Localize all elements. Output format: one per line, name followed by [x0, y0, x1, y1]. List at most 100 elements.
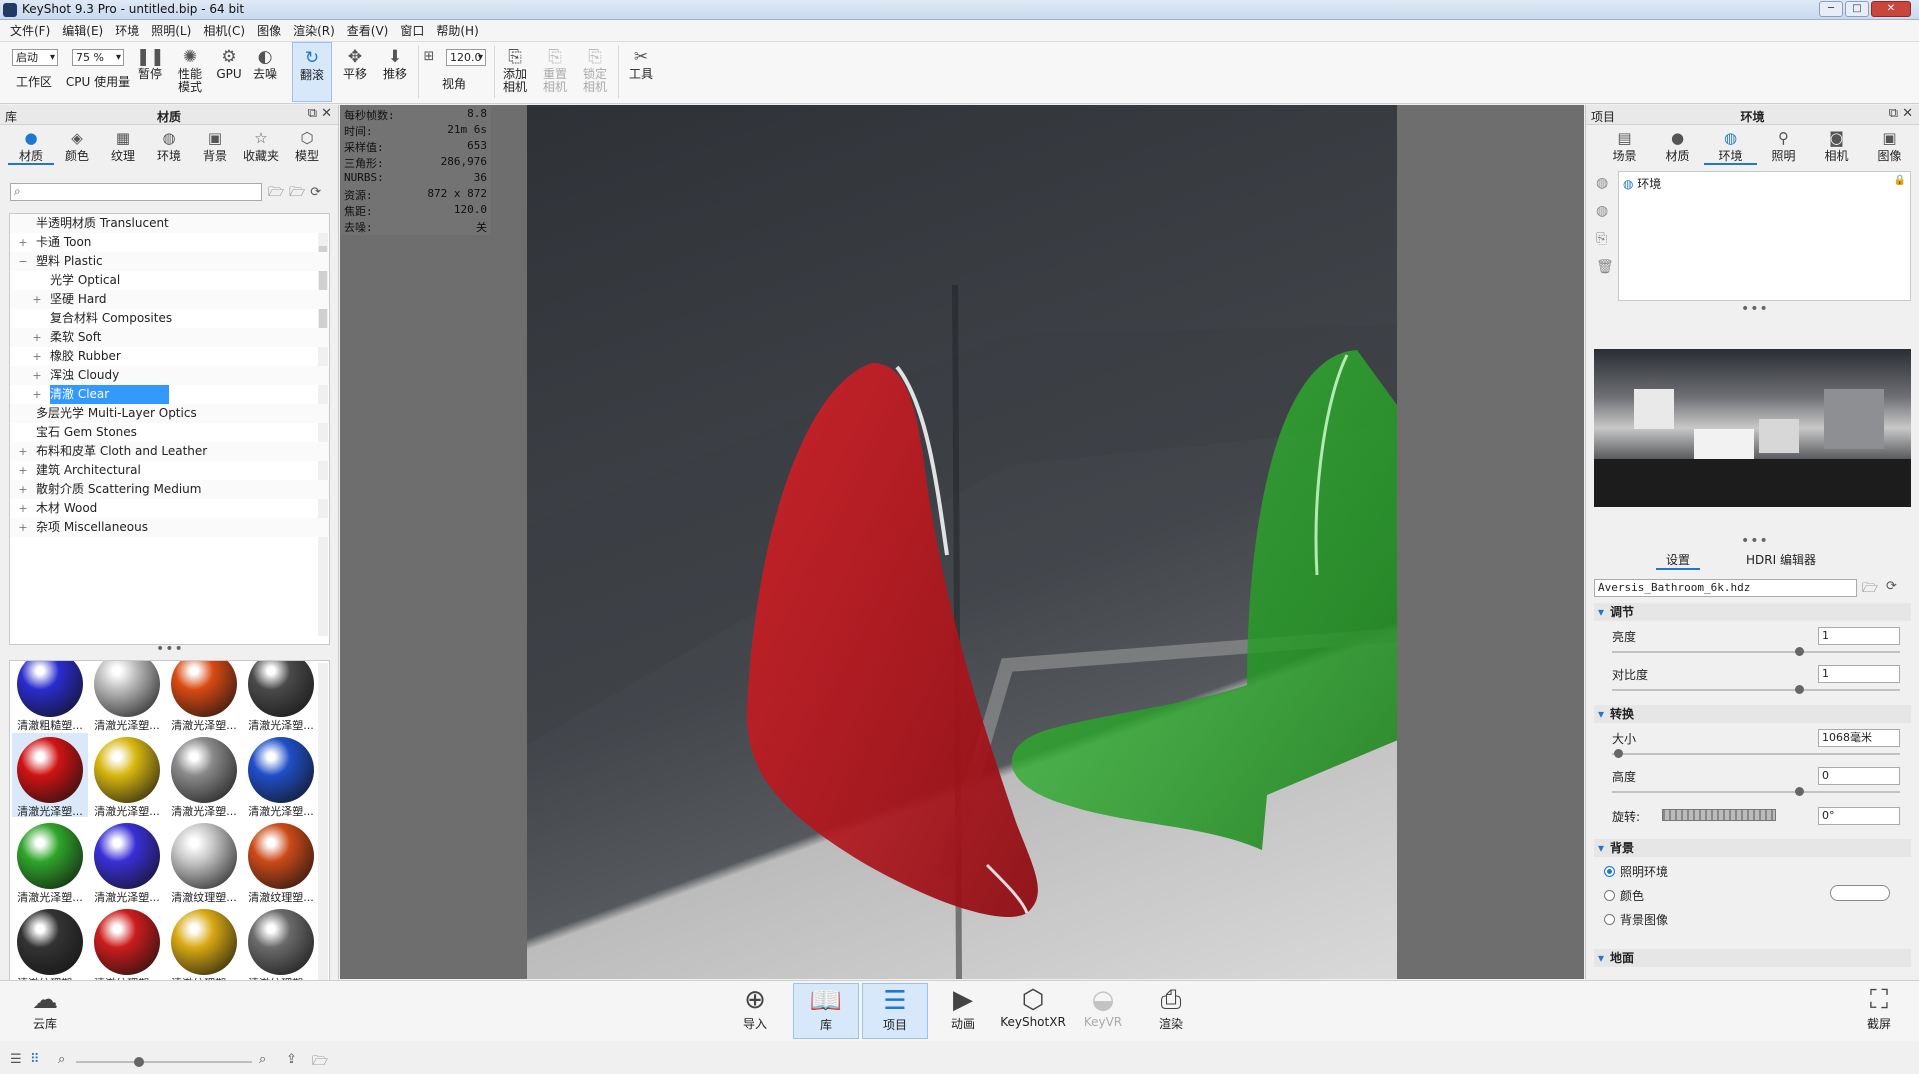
tab-environments[interactable]: ◍ 环境: [146, 129, 192, 165]
tree-item[interactable]: 宝石 Gem Stones: [10, 423, 329, 442]
material-thumbnail[interactable]: 清澈光泽塑...: [89, 733, 165, 818]
refresh-icon[interactable]: ⟳: [1886, 579, 1897, 594]
tab-favorites[interactable]: ☆ 收藏夹: [238, 129, 284, 165]
tab-colors[interactable]: ◈ 颜色: [54, 129, 100, 165]
project-button[interactable]: ☰ 项目: [862, 983, 928, 1039]
expand-toggle-icon[interactable]: +: [18, 518, 28, 537]
section-ground[interactable]: 地面: [1594, 949, 1911, 967]
tab-scene[interactable]: ▤ 场景: [1598, 129, 1651, 165]
tree-item[interactable]: 复合材料 Composites: [10, 309, 329, 328]
tree-item[interactable]: 半透明材质 Translucent: [10, 214, 329, 233]
menu-view[interactable]: 查看(V): [341, 22, 395, 39]
tab-textures[interactable]: ▦ 纹理: [100, 129, 146, 165]
thumbnail-size-knob[interactable]: [134, 1057, 144, 1067]
menu-edit[interactable]: 编辑(E): [56, 22, 109, 39]
material-thumbnail[interactable]: 清澈纹理塑...: [166, 905, 242, 990]
height-slider-knob[interactable]: [1795, 787, 1805, 796]
tree-item[interactable]: + 木材 Wood: [10, 499, 329, 518]
tree-item[interactable]: + 浑浊 Cloudy: [10, 366, 329, 385]
performance-mode-button[interactable]: ✺ 性能 模式: [174, 42, 206, 102]
tumble-button[interactable]: ↻ 翻滚: [292, 42, 332, 102]
cpu-usage-select[interactable]: 75 %: [72, 49, 124, 66]
expand-toggle-icon[interactable]: +: [32, 290, 42, 309]
brightness-input[interactable]: 1: [1818, 627, 1900, 645]
tree-item[interactable]: + 布料和皮革 Cloth and Leather: [10, 442, 329, 461]
bg-option-lighting-env[interactable]: 照明环境: [1604, 863, 1668, 880]
tools-button[interactable]: ✂ 工具: [624, 42, 658, 102]
gpu-button[interactable]: ⚙ GPU: [214, 42, 244, 102]
hdri-preview[interactable]: [1594, 349, 1911, 507]
tab-settings[interactable]: 设置: [1656, 551, 1701, 570]
menu-file[interactable]: 文件(F): [4, 22, 56, 39]
render-button[interactable]: ⎙ 渲染: [1138, 983, 1204, 1039]
import-button[interactable]: ⊕ 导入: [722, 983, 788, 1039]
brightness-slider-track[interactable]: [1612, 651, 1900, 653]
rotation-dial[interactable]: [1662, 809, 1776, 821]
height-slider-track[interactable]: [1612, 791, 1900, 793]
tree-item[interactable]: 多层光学 Multi-Layer Optics: [10, 404, 329, 423]
screenshot-button[interactable]: ⛶ 截屏: [1846, 983, 1912, 1039]
expand-toggle-icon[interactable]: +: [32, 385, 42, 404]
size-slider-knob[interactable]: [1613, 749, 1623, 758]
bg-color-swatch[interactable]: [1830, 885, 1890, 901]
material-thumbnail[interactable]: 清澈纹理塑...: [12, 905, 88, 990]
maximize-button[interactable]: □: [1845, 1, 1869, 17]
tree-item[interactable]: + 杂项 Miscellaneous: [10, 518, 329, 537]
expand-toggle-icon[interactable]: +: [18, 442, 28, 461]
minimize-button[interactable]: ─: [1819, 1, 1843, 17]
reset-camera-button[interactable]: ⎘ 重置 相机: [540, 42, 570, 102]
tab-environment[interactable]: ◍ 环境: [1704, 129, 1757, 165]
tab-camera[interactable]: ◙ 相机: [1810, 129, 1863, 165]
menu-image[interactable]: 图像: [251, 22, 287, 39]
animation-button[interactable]: ▶ 动画: [930, 983, 996, 1039]
expand-toggle-icon[interactable]: +: [18, 461, 28, 480]
keyvr-button[interactable]: ◒ KeyVR: [1070, 983, 1136, 1039]
environment-list-item[interactable]: ◍ 环境: [1623, 175, 1661, 192]
denoise-button[interactable]: ◐ 去噪: [250, 42, 280, 102]
add-camera-button[interactable]: ⎘ 添加 相机: [500, 42, 530, 102]
material-thumbnail[interactable]: 清澈纹理塑...: [89, 905, 165, 990]
material-thumbnail[interactable]: 清澈光泽塑...: [166, 661, 242, 732]
keyshotxr-button[interactable]: ⬡ KeyShotXR: [998, 983, 1068, 1039]
expand-toggle-icon[interactable]: −: [18, 252, 28, 271]
tree-item[interactable]: + 坚硬 Hard: [10, 290, 329, 309]
expand-toggle-icon[interactable]: +: [18, 499, 28, 518]
tree-item[interactable]: + 散射介质 Scattering Medium: [10, 480, 329, 499]
tab-hdri-editor[interactable]: HDRI 编辑器: [1746, 551, 1816, 568]
duplicate-environment-icon[interactable]: ◍: [1596, 203, 1608, 219]
fov-input[interactable]: 120.0: [446, 49, 486, 66]
tree-item[interactable]: + 清澈 Clear: [10, 385, 329, 404]
menu-camera[interactable]: 相机(C): [197, 22, 251, 39]
material-thumbnail[interactable]: 清澈粗糙塑...: [12, 661, 88, 732]
tab-backplates[interactable]: ▣ 背景: [192, 129, 238, 165]
dolly-button[interactable]: ⬇ 推移: [378, 42, 412, 102]
menu-environment[interactable]: 环境: [109, 22, 145, 39]
section-background[interactable]: 背景: [1594, 839, 1911, 857]
upload-icon[interactable]: ⇪: [286, 1052, 297, 1067]
material-thumbnail[interactable]: 清澈纹理塑...: [166, 819, 242, 904]
material-thumbnail[interactable]: 清澈光泽塑...: [12, 819, 88, 904]
bg-option-color[interactable]: 颜色: [1604, 887, 1644, 904]
open-folder-icon[interactable]: 🗁: [1862, 579, 1878, 601]
tab-models[interactable]: ⬡ 模型: [284, 129, 330, 165]
contrast-input[interactable]: 1: [1818, 665, 1900, 683]
size-slider-track[interactable]: [1612, 753, 1900, 755]
panel-close-icon[interactable]: ⧉ ✕: [308, 106, 332, 121]
thumbnail-size-slider[interactable]: [76, 1061, 252, 1063]
expand-toggle-icon[interactable]: +: [18, 233, 28, 252]
expand-toggle-icon[interactable]: +: [32, 366, 42, 385]
section-transform[interactable]: 转换: [1594, 705, 1911, 723]
panel-close-icon[interactable]: ⧉ ✕: [1889, 106, 1913, 121]
bg-option-image[interactable]: 背景图像: [1604, 911, 1668, 928]
contrast-slider-knob[interactable]: [1795, 685, 1805, 694]
tree-item[interactable]: + 建筑 Architectural: [10, 461, 329, 480]
tree-item[interactable]: + 柔软 Soft: [10, 328, 329, 347]
tab-materials[interactable]: ● 材质: [8, 129, 54, 165]
cloud-library-button[interactable]: ☁ 云库: [12, 983, 78, 1039]
size-input[interactable]: 1068毫米: [1818, 729, 1900, 747]
tree-item[interactable]: + 卡通 Toon: [10, 233, 329, 252]
close-button[interactable]: ✕: [1871, 1, 1911, 17]
material-thumbnail[interactable]: 清澈光泽塑...: [243, 733, 319, 818]
section-adjust[interactable]: 调节: [1594, 603, 1911, 621]
splitter-handle[interactable]: •••: [156, 641, 184, 657]
